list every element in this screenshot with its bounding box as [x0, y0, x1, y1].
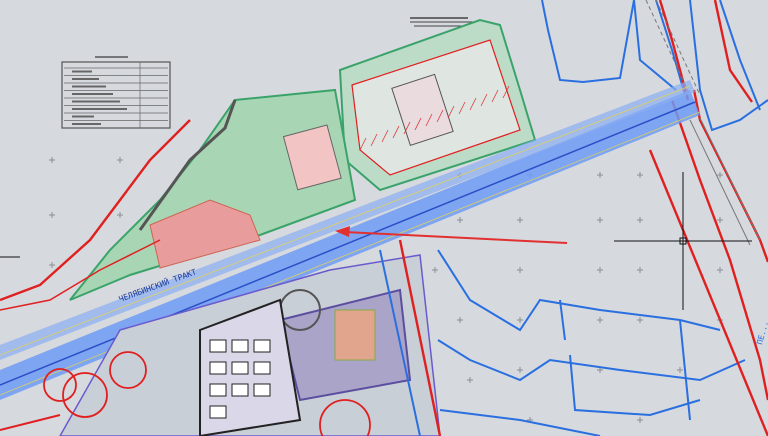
- legend-table: [61, 56, 171, 129]
- cad-viewport[interactable]: ЧЕЛЯБИНСКИЙ ТРАКТ ПЕ...: [0, 0, 768, 436]
- red-boundary-lines: [648, 0, 768, 436]
- drawing-canvas[interactable]: ЧЕЛЯБИНСКИЙ ТРАКТ ПЕ...: [0, 0, 768, 436]
- crosshair-icon: [614, 172, 752, 310]
- edge-label: ПЕ...: [755, 320, 768, 346]
